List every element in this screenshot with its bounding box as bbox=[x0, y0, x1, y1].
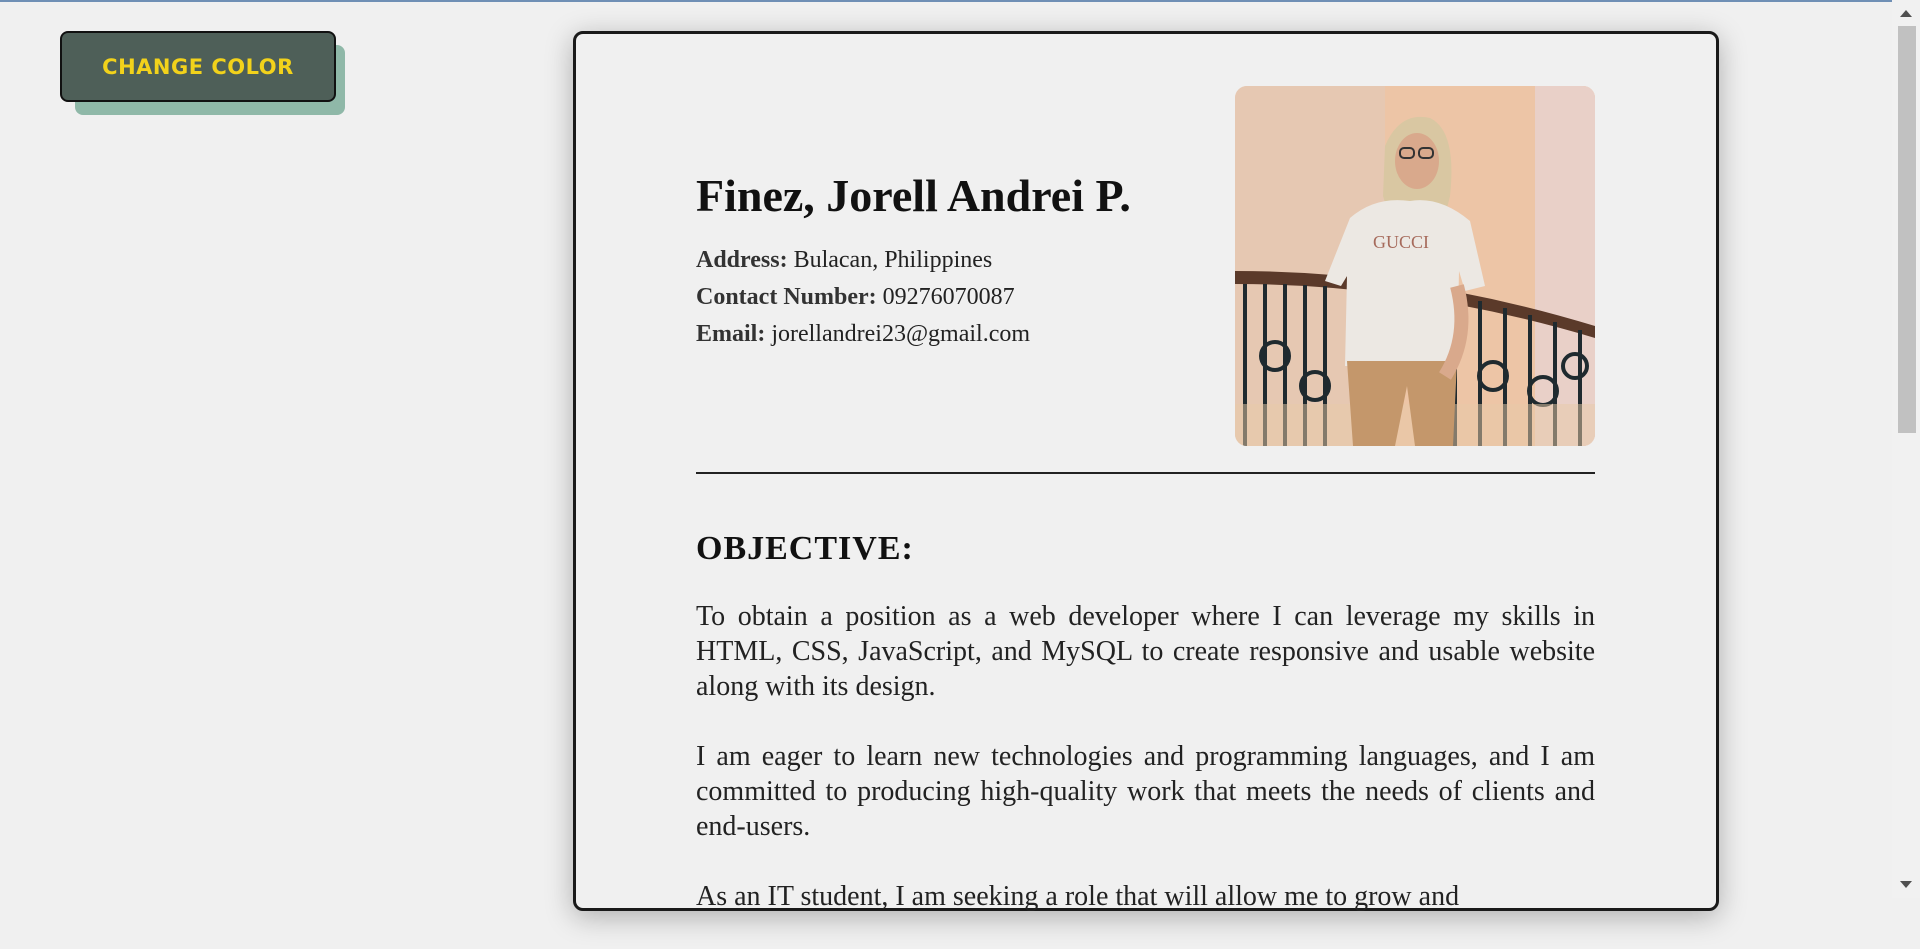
objective-paragraph: As an IT student, I am seeking a role th… bbox=[696, 881, 1460, 912]
resume-card: Finez, Jorell Andrei P. Address: Bulacan… bbox=[573, 31, 1719, 912]
photo-shirt-text: GUCCI bbox=[1373, 232, 1429, 252]
scrollbar-thumb[interactable] bbox=[1898, 26, 1916, 433]
resume-name: Finez, Jorell Andrei P. bbox=[696, 170, 1131, 221]
email-value: jorellandrei23@gmail.com bbox=[771, 321, 1031, 347]
change-color-button[interactable]: CHANGE COLOR bbox=[60, 31, 336, 102]
objective-text: To obtain a position as a web developer … bbox=[696, 599, 1595, 949]
contact-value: 09276070087 bbox=[882, 284, 1015, 310]
address-label: Address: bbox=[696, 247, 788, 273]
email-row: Email: jorellandrei23@gmail.com bbox=[696, 316, 1030, 353]
scroll-down-arrow-icon[interactable] bbox=[1900, 881, 1912, 888]
objective-heading: OBJECTIVE: bbox=[696, 530, 914, 567]
profile-photo-illustration: GUCCI bbox=[1235, 86, 1595, 446]
email-label: Email: bbox=[696, 321, 766, 347]
profile-photo: GUCCI bbox=[1235, 86, 1595, 446]
objective-paragraph: To obtain a position as a web developer … bbox=[696, 601, 1595, 702]
address-row: Address: Bulacan, Philippines bbox=[696, 242, 1030, 279]
contact-info: Address: Bulacan, Philippines Contact Nu… bbox=[696, 242, 1030, 353]
browser-top-line bbox=[0, 0, 1920, 2]
page-scrollbar[interactable] bbox=[1892, 0, 1920, 898]
change-color-button-wrap: CHANGE COLOR bbox=[60, 31, 346, 115]
scroll-up-arrow-icon[interactable] bbox=[1900, 10, 1912, 17]
section-divider bbox=[696, 472, 1595, 474]
objective-paragraph: I am eager to learn new technologies and… bbox=[696, 741, 1595, 842]
address-value: Bulacan, Philippines bbox=[793, 247, 993, 273]
contact-row: Contact Number: 09276070087 bbox=[696, 279, 1030, 316]
contact-label: Contact Number: bbox=[696, 284, 877, 310]
